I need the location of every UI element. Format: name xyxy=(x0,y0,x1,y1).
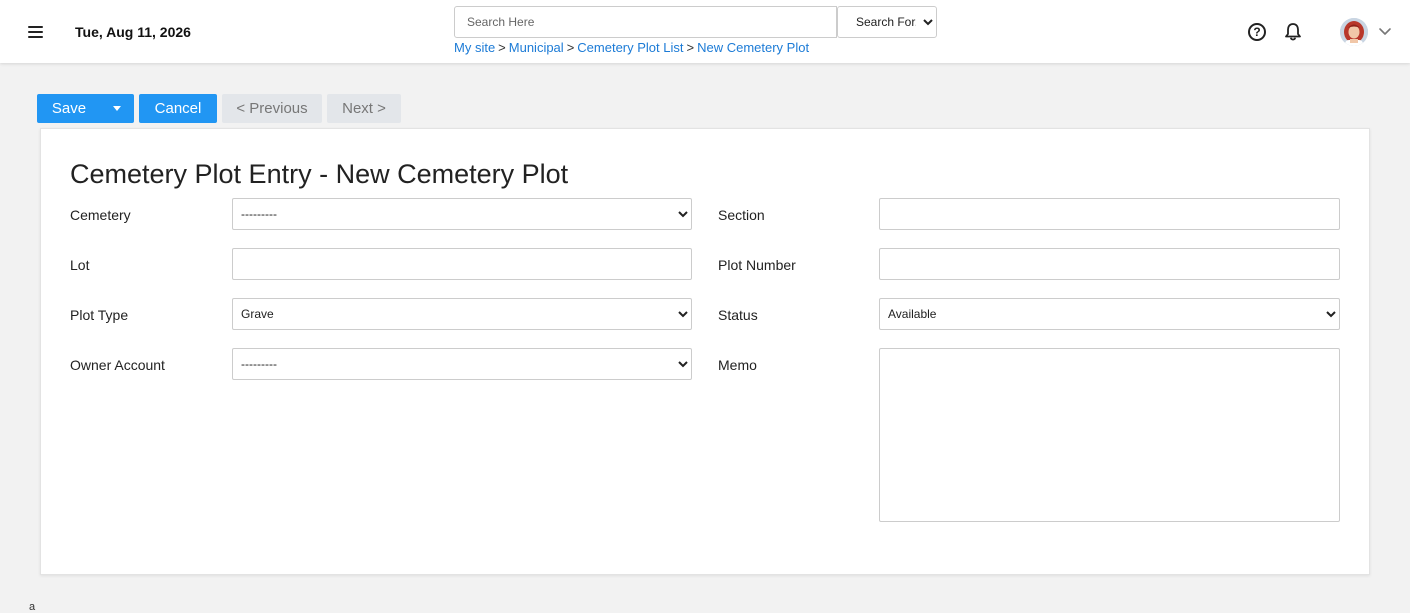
breadcrumb-separator: > xyxy=(498,40,506,55)
page-title: Cemetery Plot Entry - New Cemetery Plot xyxy=(70,159,569,189)
search-for-select[interactable]: Search For... xyxy=(837,6,937,38)
form-card: Cemetery Plot Entry - New Cemetery Plot … xyxy=(40,128,1370,575)
search-input[interactable] xyxy=(454,6,837,38)
lot-label: Lot xyxy=(70,257,90,273)
avatar[interactable] xyxy=(1340,18,1368,46)
breadcrumb-new-cemetery-plot[interactable]: New Cemetery Plot xyxy=(697,40,809,55)
top-bar: Tue, Aug 11, 2026 Search For... My site>… xyxy=(0,0,1410,63)
owner-account-select[interactable]: --------- xyxy=(232,348,692,380)
next-button[interactable]: Next > xyxy=(327,94,401,123)
plot-number-input[interactable] xyxy=(879,248,1340,280)
breadcrumb-my-site[interactable]: My site xyxy=(454,40,495,55)
status-select[interactable]: Available xyxy=(879,298,1340,330)
section-label: Section xyxy=(718,207,765,223)
hamburger-menu-icon[interactable] xyxy=(26,22,46,40)
breadcrumb-municipal[interactable]: Municipal xyxy=(509,40,564,55)
current-date: Tue, Aug 11, 2026 xyxy=(75,24,191,40)
breadcrumb: My site > Municipal > Cemetery Plot List > New… xyxy=(454,40,809,55)
cancel-button[interactable]: Cancel xyxy=(139,94,217,123)
plot-number-label: Plot Number xyxy=(718,257,796,273)
memo-textarea[interactable] xyxy=(879,348,1340,522)
cemetery-select[interactable]: --------- xyxy=(232,198,692,230)
breadcrumb-cemetery-plot-list[interactable]: Cemetery Plot List xyxy=(577,40,683,55)
breadcrumb-separator: > xyxy=(566,40,575,55)
cemetery-label: Cemetery xyxy=(70,207,131,223)
lot-input[interactable] xyxy=(232,248,692,280)
footer-text: a xyxy=(29,601,36,613)
memo-label: Memo xyxy=(718,357,757,373)
previous-button[interactable]: < Previous xyxy=(222,94,322,123)
question-circle-icon[interactable]: ? xyxy=(1248,23,1266,41)
plot-type-select[interactable]: Grave xyxy=(232,298,692,330)
breadcrumb-separator: > xyxy=(686,40,695,55)
status-label: Status xyxy=(718,307,758,323)
section-input[interactable] xyxy=(879,198,1340,230)
save-button[interactable]: Save xyxy=(37,94,101,123)
bell-icon[interactable] xyxy=(1284,22,1302,42)
save-options-dropdown-button[interactable] xyxy=(101,94,134,123)
plot-type-label: Plot Type xyxy=(70,307,129,323)
owner-account-label: Owner Account xyxy=(70,357,165,373)
chevron-down-icon[interactable] xyxy=(1378,25,1392,37)
